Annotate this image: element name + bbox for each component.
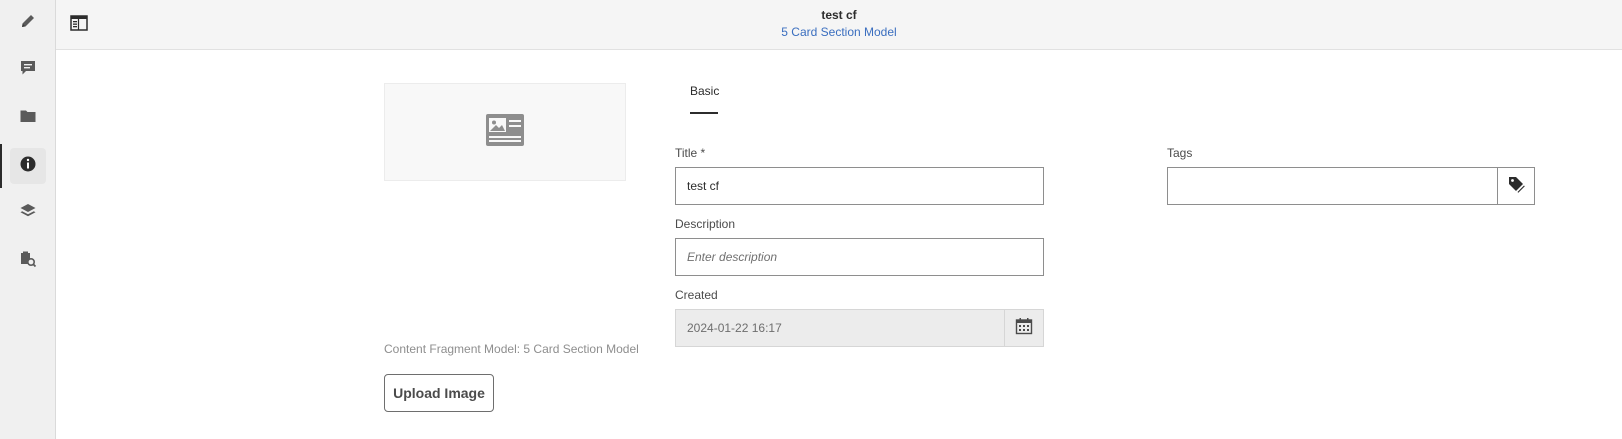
created-date-value: 2024-01-22 16:17 <box>687 321 782 335</box>
tags-field[interactable] <box>1167 167 1498 205</box>
created-date-field: 2024-01-22 16:17 <box>675 309 1044 347</box>
references-button[interactable] <box>10 243 46 279</box>
tags-label: Tags <box>1167 146 1193 160</box>
description-placeholder: Enter description <box>687 250 778 264</box>
info-icon <box>19 155 37 178</box>
tag-picker-icon <box>1507 175 1525 198</box>
folder-icon <box>19 107 37 130</box>
comment-icon <box>19 59 37 82</box>
model-label: Content Fragment Model: 5 Card Section M… <box>384 342 639 356</box>
layers-icon <box>19 202 37 225</box>
assets-button[interactable] <box>10 100 46 136</box>
variations-button[interactable] <box>10 195 46 231</box>
header-bar: test cf 5 Card Section Model <box>56 0 1622 50</box>
tag-picker-button[interactable] <box>1497 167 1535 205</box>
rail-active-indicator <box>0 144 2 188</box>
thumbnail-placeholder <box>384 83 626 181</box>
title-field[interactable]: test cf <box>675 167 1044 205</box>
tab-active-indicator <box>690 112 718 114</box>
description-label: Description <box>675 217 736 231</box>
calendar-button[interactable] <box>1004 310 1043 346</box>
edit-button[interactable] <box>10 5 46 41</box>
page-title: test cf <box>821 8 857 22</box>
properties-button[interactable] <box>10 148 46 184</box>
calendar-icon <box>1015 317 1033 340</box>
image-card-icon <box>486 113 524 151</box>
comments-button[interactable] <box>10 52 46 88</box>
references-search-icon <box>19 250 37 273</box>
tab-basic[interactable]: Basic <box>690 84 719 98</box>
side-rail <box>0 0 56 439</box>
model-link[interactable]: 5 Card Section Model <box>56 25 1622 39</box>
upload-image-button[interactable]: Upload Image <box>384 374 494 412</box>
pencil-icon <box>19 12 37 35</box>
created-label: Created <box>675 288 718 302</box>
description-field[interactable]: Enter description <box>675 238 1044 276</box>
title-label: Title * <box>675 146 706 160</box>
